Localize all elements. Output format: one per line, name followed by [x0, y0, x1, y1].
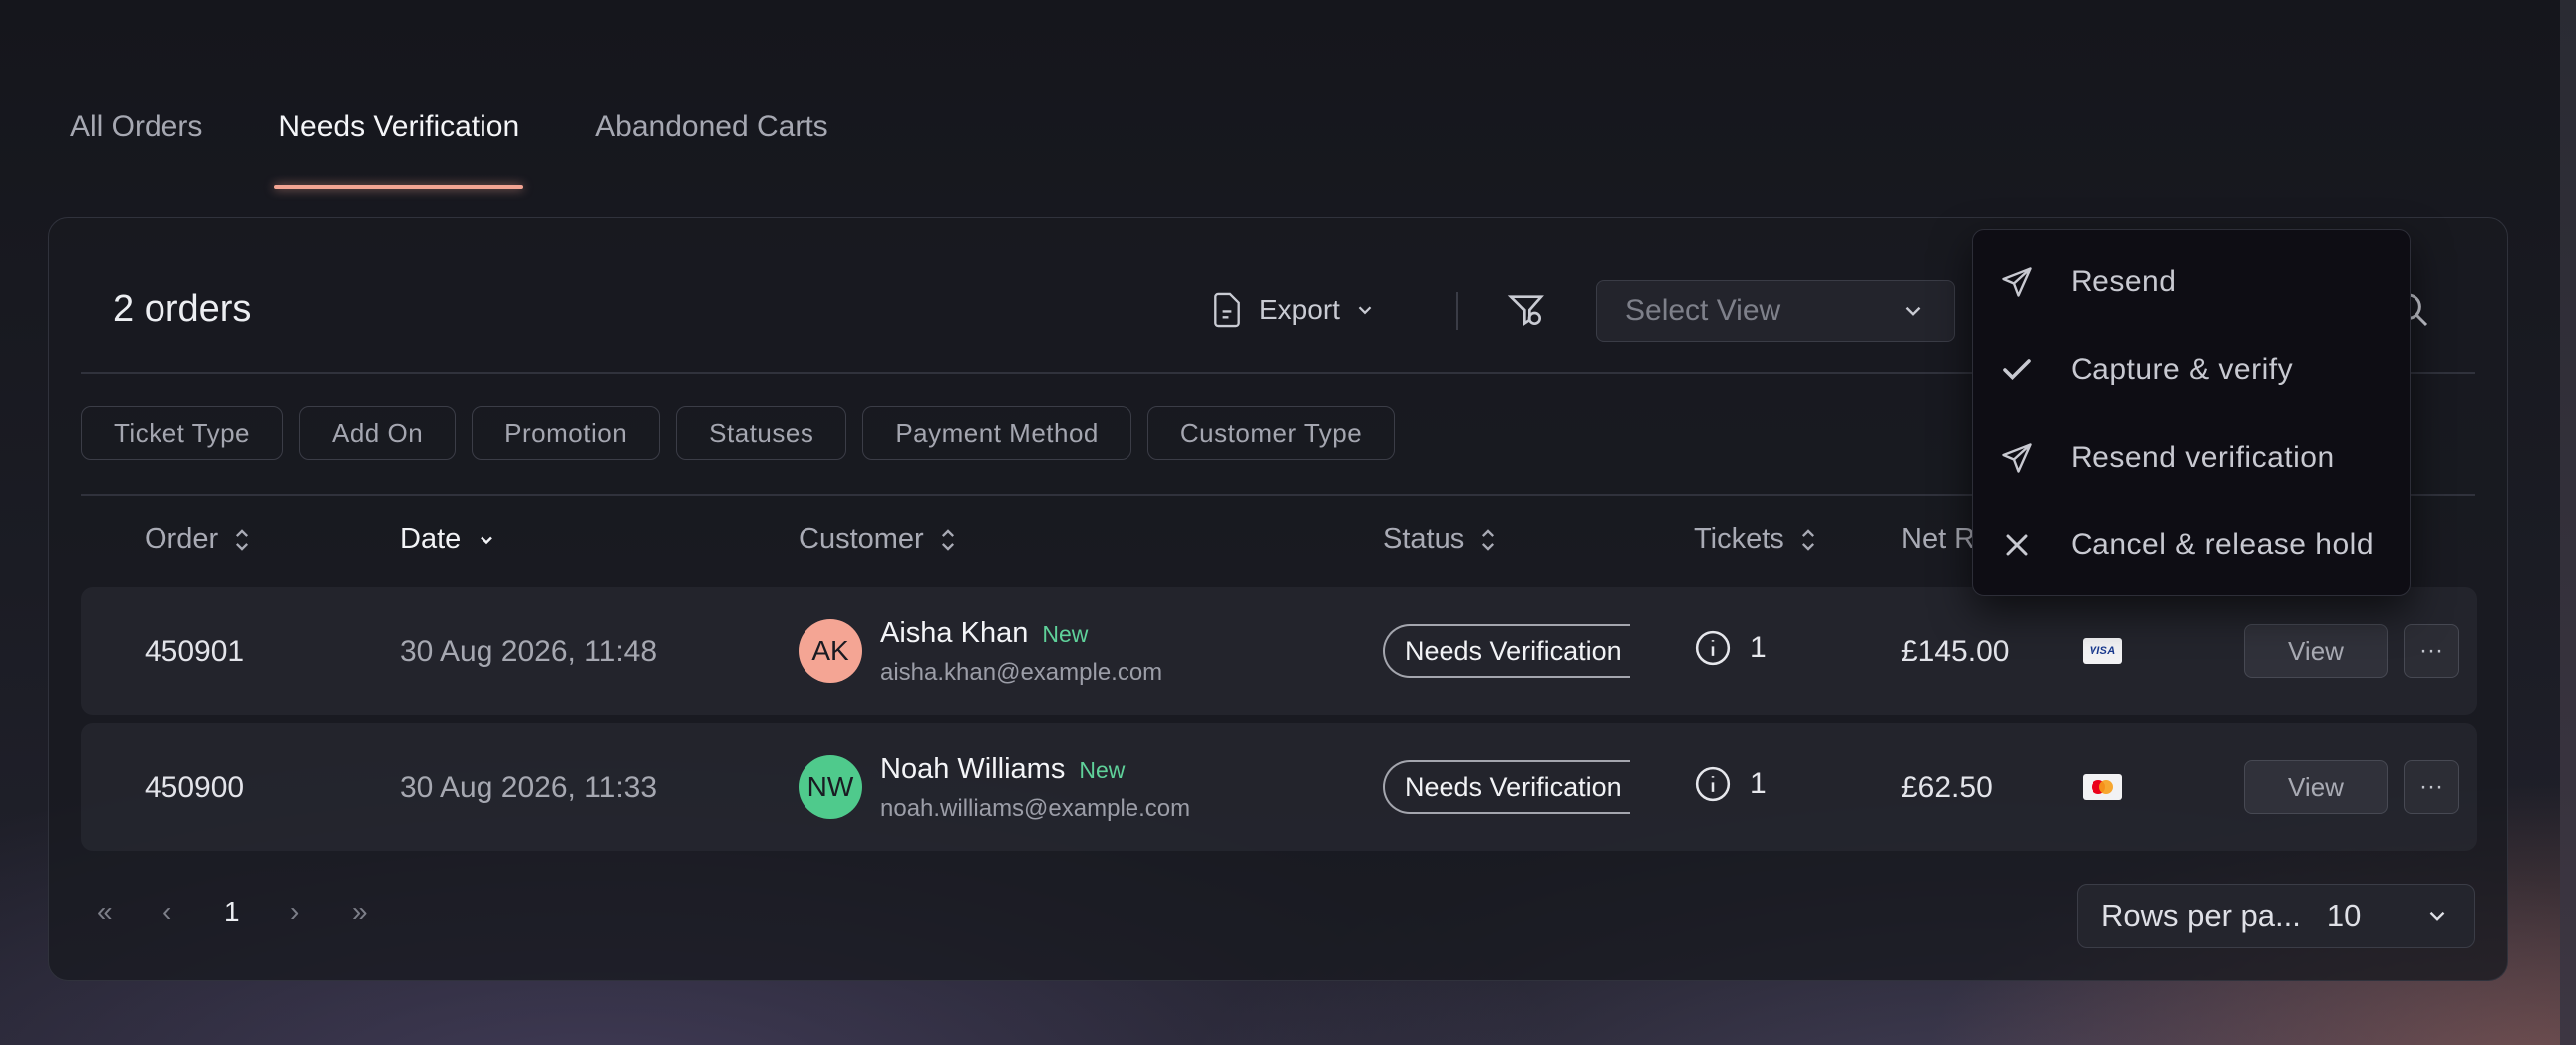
select-view-placeholder: Select View [1625, 294, 1781, 327]
column-header-tickets-label: Tickets [1694, 523, 1784, 555]
ellipsis-icon: ··· [2419, 773, 2443, 800]
column-header-date[interactable]: Date [400, 523, 496, 556]
document-icon [1214, 292, 1240, 328]
net-revenue: £62.50 [1901, 771, 1993, 804]
visa-card-icon: VISA [2083, 638, 2122, 664]
table-row[interactable]: 450900 30 Aug 2026, 11:33 NW Noah Willia… [81, 723, 2477, 851]
menu-item-cancel-release-hold[interactable]: Cancel & release hold [1973, 506, 2410, 585]
customer-name[interactable]: Aisha Khan New [880, 617, 1088, 650]
new-customer-badge: New [1042, 621, 1089, 647]
customer-email: noah.williams@example.com [880, 795, 1191, 822]
order-tabs: All Orders Needs Verification Abandoned … [50, 96, 884, 189]
filter-chip-promotion[interactable]: Promotion [472, 406, 661, 460]
scrollbar-track[interactable] [2560, 0, 2576, 1045]
info-icon [1695, 630, 1731, 666]
tab-abandoned-carts[interactable]: Abandoned Carts [575, 96, 848, 179]
avatar-initials: AK [811, 635, 849, 666]
next-page-button[interactable]: › [290, 896, 299, 928]
first-page-button[interactable]: « [97, 896, 113, 928]
menu-item-capture-verify[interactable]: Capture & verify [1973, 330, 2410, 410]
filter-settings-icon[interactable] [1506, 290, 1546, 330]
customer-email: aisha.khan@example.com [880, 659, 1163, 686]
avatar: AK [799, 619, 862, 683]
column-header-tickets[interactable]: Tickets [1694, 523, 1816, 556]
mastercard-icon [2083, 774, 2122, 800]
filter-chip-add-on[interactable]: Add On [299, 406, 457, 460]
filter-chips: Ticket Type Add On Promotion Statuses Pa… [81, 406, 1396, 460]
ticket-count: 1 [1694, 629, 1767, 667]
net-revenue: £145.00 [1901, 635, 2010, 668]
table-row[interactable]: 450901 30 Aug 2026, 11:48 AK Aisha Khan N… [81, 587, 2477, 715]
filter-chip-ticket-type[interactable]: Ticket Type [81, 406, 283, 460]
send-icon [2002, 267, 2032, 297]
view-order-button[interactable]: View [2244, 624, 2388, 678]
sort-icon [236, 528, 249, 551]
close-icon [2006, 534, 2028, 556]
sort-icon [1801, 528, 1814, 551]
ticket-count: 1 [1694, 765, 1767, 803]
order-date: 30 Aug 2026, 11:48 [400, 635, 658, 668]
export-button[interactable]: Export [1209, 284, 1376, 336]
column-header-net[interactable]: Net R [1901, 523, 1975, 556]
column-header-customer[interactable]: Customer [799, 523, 956, 556]
column-header-order-label: Order [145, 523, 219, 555]
export-label: Export [1259, 294, 1340, 325]
menu-item-resend[interactable]: Resend [1973, 242, 2410, 322]
tab-all-orders[interactable]: All Orders [50, 96, 222, 179]
row-actions-menu: Resend Capture & verify Resend verificat… [1972, 229, 2411, 596]
visa-card-label: VISA [2089, 645, 2116, 657]
chevron-down-icon [2429, 911, 2445, 921]
check-icon [2003, 359, 2031, 381]
rows-per-page-label: Rows per pa... [2101, 898, 2301, 933]
column-header-date-label: Date [400, 523, 462, 555]
current-page[interactable]: 1 [224, 896, 240, 928]
chevron-down-icon [1358, 306, 1372, 315]
avatar: NW [799, 755, 862, 819]
last-page-button[interactable]: » [352, 896, 368, 928]
filter-chip-statuses[interactable]: Statuses [676, 406, 847, 460]
menu-item-resend-verification[interactable]: Resend verification [1973, 418, 2410, 498]
toolbar-divider [1456, 292, 1458, 330]
column-header-order[interactable]: Order [145, 523, 250, 556]
customer-name[interactable]: Noah Williams New [880, 753, 1125, 786]
chevron-down-icon [1905, 306, 1921, 316]
customer-name-text: Noah Williams [880, 753, 1066, 785]
tab-needs-verification[interactable]: Needs Verification [258, 96, 539, 189]
filter-chip-payment-method[interactable]: Payment Method [862, 406, 1131, 460]
column-header-status-label: Status [1383, 523, 1465, 555]
menu-item-label: Resend verification [2071, 441, 2335, 474]
sort-desc-icon [481, 536, 493, 544]
customer-name-text: Aisha Khan [880, 617, 1029, 649]
column-header-customer-label: Customer [799, 523, 924, 555]
menu-item-label: Capture & verify [2071, 353, 2294, 386]
status-badge: Needs Verification [1383, 760, 1630, 814]
ellipsis-icon: ··· [2419, 637, 2443, 664]
send-icon [2002, 443, 2032, 473]
prev-page-button[interactable]: ‹ [162, 896, 171, 928]
ticket-count-value: 1 [1750, 631, 1767, 664]
rows-per-page-value: 10 [2326, 898, 2362, 933]
order-number: 450900 [145, 771, 245, 804]
mastercard-logo [2092, 780, 2113, 794]
status-badge: Needs Verification [1383, 624, 1630, 678]
select-view-dropdown[interactable]: Select View [1596, 280, 1955, 342]
column-header-status[interactable]: Status [1383, 523, 1496, 556]
column-header-net-label: Net R [1901, 523, 1976, 555]
avatar-initials: NW [806, 771, 854, 802]
order-count: 2 orders [113, 288, 252, 330]
filter-chip-customer-type[interactable]: Customer Type [1146, 406, 1396, 460]
ticket-count-value: 1 [1750, 767, 1767, 800]
info-icon [1695, 766, 1731, 802]
order-date: 30 Aug 2026, 11:33 [400, 771, 658, 804]
sort-icon [1482, 528, 1495, 551]
menu-item-label: Cancel & release hold [2071, 528, 2375, 561]
order-number: 450901 [145, 635, 245, 668]
sort-icon [941, 528, 954, 551]
view-order-button[interactable]: View [2244, 760, 2388, 814]
new-customer-badge: New [1079, 757, 1126, 783]
rows-per-page-select[interactable]: Rows per pa... 10 [2077, 884, 2475, 948]
more-actions-button[interactable]: ··· [2404, 624, 2459, 678]
menu-item-label: Resend [2071, 265, 2177, 298]
more-actions-button[interactable]: ··· [2404, 760, 2459, 814]
